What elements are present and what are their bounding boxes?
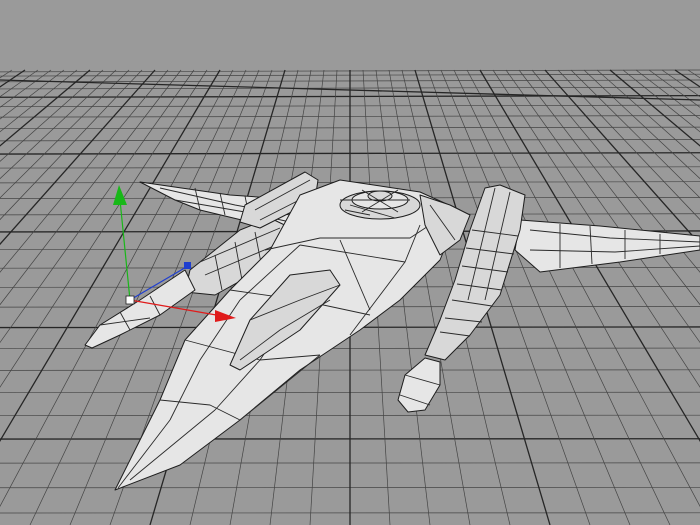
grid-line bbox=[0, 69, 143, 221]
grid-line bbox=[674, 69, 700, 88]
grid-line bbox=[0, 69, 104, 162]
grid-line bbox=[0, 69, 78, 133]
grid-line bbox=[609, 69, 700, 147]
grid-line bbox=[0, 69, 26, 88]
right-wing[interactable] bbox=[514, 219, 700, 273]
grid-line bbox=[622, 69, 700, 133]
grid-line bbox=[687, 69, 700, 79]
gizmo-pivot[interactable] bbox=[125, 295, 135, 305]
grid-line bbox=[0, 69, 234, 508]
gizmo-y-arrowhead[interactable] bbox=[113, 185, 127, 205]
grid-line bbox=[0, 69, 91, 147]
gizmo-z-handle[interactable] bbox=[184, 262, 191, 269]
grid-line bbox=[570, 69, 700, 199]
grid-line bbox=[518, 69, 700, 306]
3d-viewport[interactable] bbox=[0, 0, 700, 525]
grid-line bbox=[0, 69, 13, 79]
spaceship-model[interactable] bbox=[84, 171, 700, 491]
viewport-canvas[interactable] bbox=[0, 0, 700, 525]
grid-line bbox=[492, 69, 700, 388]
grid-line bbox=[596, 69, 700, 162]
grid-line bbox=[505, 69, 700, 344]
grid-line bbox=[466, 69, 700, 508]
grid-line bbox=[557, 69, 700, 221]
right-missile[interactable] bbox=[397, 357, 441, 413]
grid-line bbox=[0, 69, 130, 199]
grid-line bbox=[479, 69, 700, 443]
grid-line bbox=[531, 69, 700, 273]
